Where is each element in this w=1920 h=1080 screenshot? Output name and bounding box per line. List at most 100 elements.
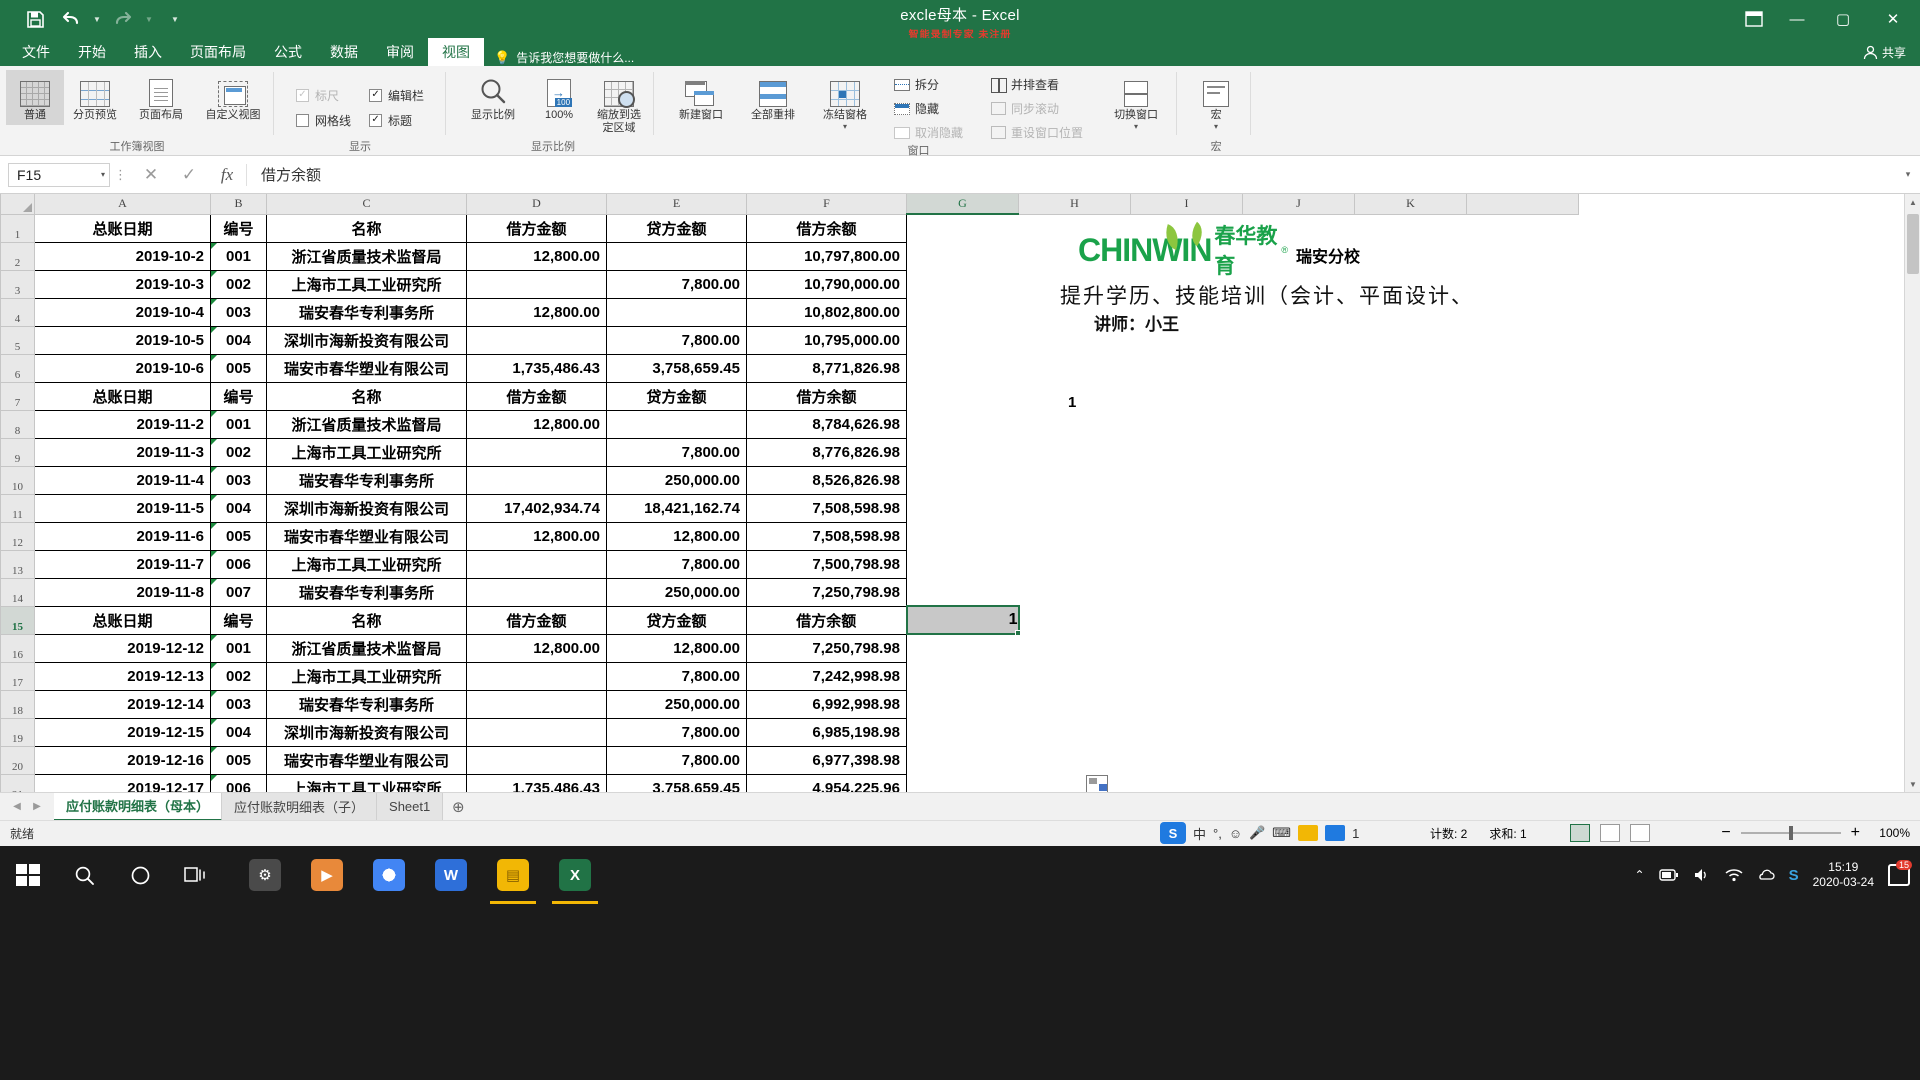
- cell-J14[interactable]: [1242, 578, 1355, 606]
- cell-C12[interactable]: 瑞安市春华塑业有限公司: [266, 521, 467, 551]
- redo-icon[interactable]: [106, 4, 140, 34]
- confirm-formula-button[interactable]: ✓: [170, 162, 208, 188]
- cell-H2[interactable]: [1018, 242, 1131, 270]
- cell-L18[interactable]: [1466, 690, 1579, 718]
- cell-A16[interactable]: 2019-12-12: [34, 633, 211, 663]
- cell-L11[interactable]: [1466, 494, 1579, 522]
- cell-K8[interactable]: [1354, 410, 1467, 438]
- cell-F20[interactable]: 6,977,398.98: [746, 745, 907, 775]
- cell-I9[interactable]: [1130, 438, 1243, 466]
- taskbar-app-explorer[interactable]: ▤: [482, 846, 544, 904]
- cell-L6[interactable]: [1466, 354, 1579, 382]
- column-header-g[interactable]: G: [906, 194, 1019, 215]
- cell-I8[interactable]: [1130, 410, 1243, 438]
- cell-H19[interactable]: [1018, 718, 1131, 746]
- cell-K9[interactable]: [1354, 438, 1467, 466]
- cell-H6[interactable]: [1018, 354, 1131, 382]
- cell-A15[interactable]: 总账日期: [34, 605, 211, 635]
- reset-window-position-button[interactable]: 重设窗口位置: [985, 122, 1089, 143]
- cell-E16[interactable]: 12,800.00: [606, 633, 747, 663]
- page-layout-view-shortcut-icon[interactable]: [1600, 824, 1620, 842]
- split-button[interactable]: 拆分: [888, 74, 969, 95]
- cell-C3[interactable]: 上海市工具工业研究所: [266, 269, 467, 299]
- cell-G10[interactable]: [906, 466, 1019, 494]
- cell-L10[interactable]: [1466, 466, 1579, 494]
- paste-options-icon[interactable]: [1086, 775, 1108, 793]
- cell-D10[interactable]: [466, 465, 607, 495]
- sheet-tab-2[interactable]: Sheet1: [377, 792, 444, 821]
- synchronous-scrolling-button[interactable]: 同步滚动: [985, 98, 1089, 119]
- cell-D12[interactable]: 12,800.00: [466, 521, 607, 551]
- cell-A11[interactable]: 2019-11-5: [34, 493, 211, 523]
- cell-A20[interactable]: 2019-12-16: [34, 745, 211, 775]
- cell-B14[interactable]: 007: [210, 577, 267, 607]
- cell-H18[interactable]: [1018, 690, 1131, 718]
- zoom-level-label[interactable]: 100%: [1870, 826, 1910, 840]
- taskbar-app-settings[interactable]: ⚙: [234, 846, 296, 904]
- cell-K14[interactable]: [1354, 578, 1467, 606]
- cell-I15[interactable]: [1130, 606, 1243, 634]
- column-header-f[interactable]: F: [746, 194, 907, 215]
- cell-A12[interactable]: 2019-11-6: [34, 521, 211, 551]
- scroll-up-icon[interactable]: ▲: [1905, 194, 1920, 210]
- cell-J15[interactable]: [1242, 606, 1355, 634]
- cell-J17[interactable]: [1242, 662, 1355, 690]
- row-header-14[interactable]: 14: [0, 577, 35, 607]
- vertical-scroll-thumb[interactable]: [1907, 214, 1919, 274]
- show-hidden-icons-icon[interactable]: ⌃: [1635, 868, 1645, 882]
- cell-C10[interactable]: 瑞安春华专利事务所: [266, 465, 467, 495]
- cell-E2[interactable]: [606, 241, 747, 271]
- row-header-17[interactable]: 17: [0, 661, 35, 691]
- share-button[interactable]: 共享: [1863, 38, 1906, 66]
- cell-G9[interactable]: [906, 438, 1019, 466]
- zoom-out-button[interactable]: −: [1721, 824, 1730, 842]
- name-box[interactable]: F15 ▾: [8, 162, 110, 187]
- search-button[interactable]: [56, 846, 112, 904]
- cell-L17[interactable]: [1466, 662, 1579, 690]
- cell-J6[interactable]: [1242, 354, 1355, 382]
- column-header-i[interactable]: I: [1130, 194, 1243, 215]
- insert-function-button[interactable]: fx: [208, 162, 246, 188]
- cell-K12[interactable]: [1354, 522, 1467, 550]
- custom-view-button[interactable]: 自定义视图: [198, 70, 268, 125]
- cell-L20[interactable]: [1466, 746, 1579, 774]
- sogou-ime-icon[interactable]: S: [1160, 822, 1186, 844]
- sheet-tab-0[interactable]: 应付账款明细表（母本）: [54, 792, 223, 821]
- cell-K17[interactable]: [1354, 662, 1467, 690]
- cell-C21[interactable]: 上海市工具工业研究所: [266, 773, 467, 792]
- cell-L4[interactable]: [1466, 298, 1579, 326]
- cell-L19[interactable]: [1466, 718, 1579, 746]
- page-layout-button[interactable]: 页面布局: [126, 70, 196, 125]
- normal-view-shortcut-icon[interactable]: [1570, 824, 1590, 842]
- cell-D18[interactable]: [466, 689, 607, 719]
- cell-L7[interactable]: [1466, 382, 1579, 410]
- cell-J16[interactable]: [1242, 634, 1355, 662]
- cell-B1[interactable]: 编号: [210, 213, 267, 243]
- cell-L16[interactable]: [1466, 634, 1579, 662]
- cell-F18[interactable]: 6,992,998.98: [746, 689, 907, 719]
- onedrive-icon[interactable]: [1757, 867, 1775, 883]
- cell-F9[interactable]: 8,776,826.98: [746, 437, 907, 467]
- cell-K18[interactable]: [1354, 690, 1467, 718]
- cell-J13[interactable]: [1242, 550, 1355, 578]
- cell-H14[interactable]: [1018, 578, 1131, 606]
- cell-B19[interactable]: 004: [210, 717, 267, 747]
- cell-J19[interactable]: [1242, 718, 1355, 746]
- cell-J8[interactable]: [1242, 410, 1355, 438]
- cell-K13[interactable]: [1354, 550, 1467, 578]
- cell-J21[interactable]: [1242, 774, 1355, 792]
- cell-L9[interactable]: [1466, 438, 1579, 466]
- cell-A19[interactable]: 2019-12-15: [34, 717, 211, 747]
- cell-E14[interactable]: 250,000.00: [606, 577, 747, 607]
- cell-K2[interactable]: [1354, 242, 1467, 270]
- cell-D2[interactable]: 12,800.00: [466, 241, 607, 271]
- cell-B10[interactable]: 003: [210, 465, 267, 495]
- cell-A21[interactable]: 2019-12-17: [34, 773, 211, 792]
- arrange-all-button[interactable]: 全部重排: [738, 70, 808, 125]
- cell-E9[interactable]: 7,800.00: [606, 437, 747, 467]
- cell-K19[interactable]: [1354, 718, 1467, 746]
- cell-C14[interactable]: 瑞安春华专利事务所: [266, 577, 467, 607]
- cell-B21[interactable]: 006: [210, 773, 267, 792]
- cell-D11[interactable]: 17,402,934.74: [466, 493, 607, 523]
- column-header-h[interactable]: H: [1018, 194, 1131, 215]
